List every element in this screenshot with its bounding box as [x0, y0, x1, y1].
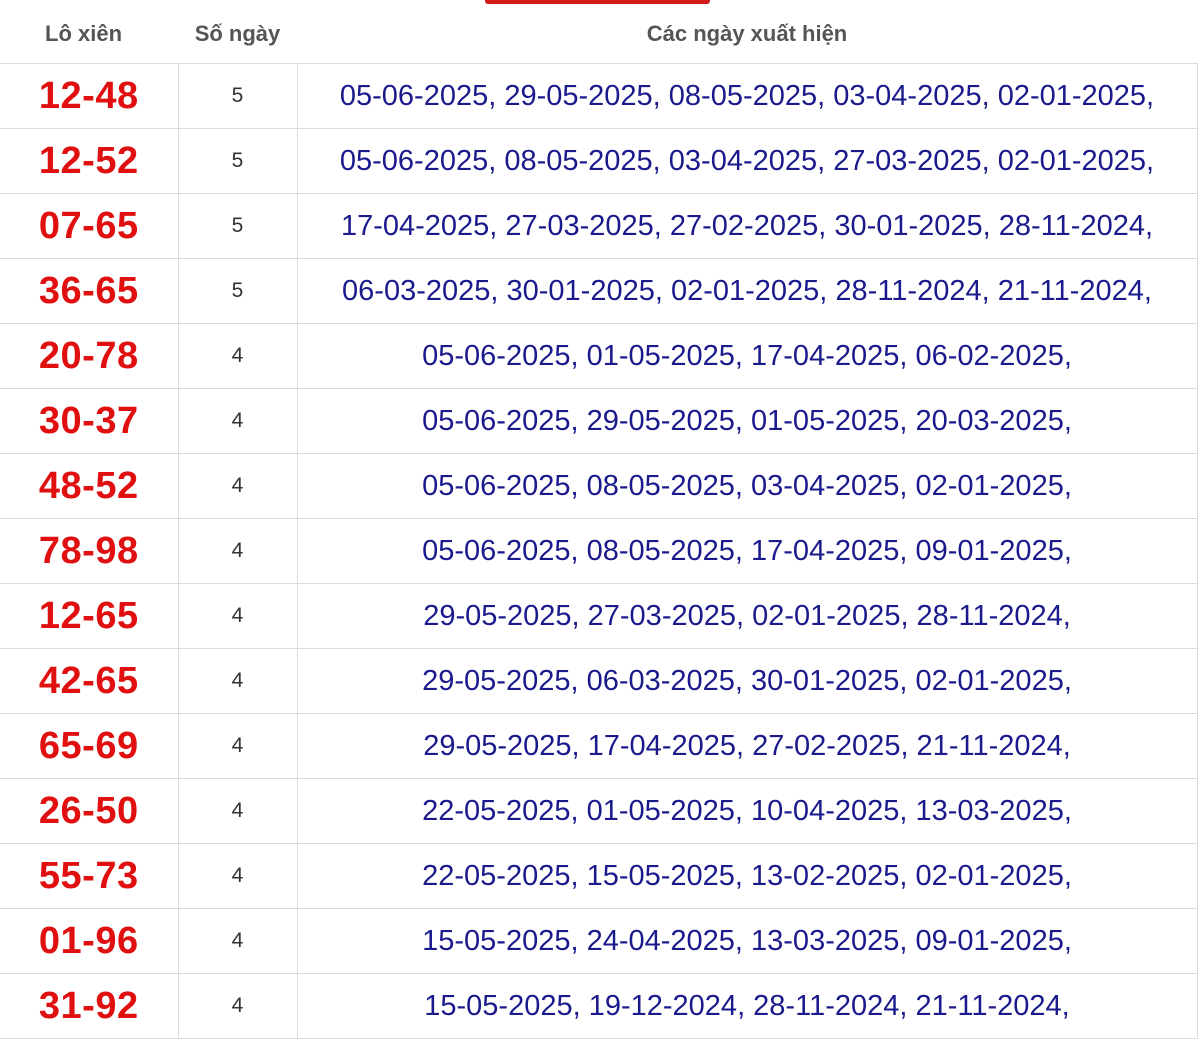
appearance-dates: 05-06-2025, 29-05-2025, 01-05-2025, 20-0… [296, 388, 1198, 454]
appearance-dates: 05-06-2025, 08-05-2025, 03-04-2025, 27-0… [296, 128, 1198, 194]
so-ngay-count: 4 [177, 908, 297, 974]
active-tab-indicator [485, 0, 710, 4]
lo-xien-pair: 01-96 [0, 908, 178, 974]
lo-xien-pair: 36-65 [0, 258, 178, 324]
lo-xien-pair: 48-52 [0, 453, 178, 519]
lo-xien-pair: 12-48 [0, 63, 178, 129]
so-ngay-count: 5 [177, 128, 297, 194]
lo-xien-pair: 55-73 [0, 843, 178, 909]
table-row: 48-52 4 05-06-2025, 08-05-2025, 03-04-2025… [0, 453, 1198, 519]
appearance-dates: 17-04-2025, 27-03-2025, 27-02-2025, 30-0… [296, 193, 1198, 259]
table-row: 42-65 4 29-05-2025, 06-03-2025, 30-01-2025… [0, 648, 1198, 714]
appearance-dates: 05-06-2025, 08-05-2025, 17-04-2025, 09-0… [296, 518, 1198, 584]
lo-xien-pair: 65-69 [0, 713, 178, 779]
table-body: 12-48 5 05-06-2025, 29-05-2025, 08-05-2025… [0, 63, 1198, 1039]
so-ngay-count: 5 [177, 193, 297, 259]
so-ngay-count: 5 [177, 258, 297, 324]
appearance-dates: 29-05-2025, 27-03-2025, 02-01-2025, 28-1… [296, 583, 1198, 649]
page: Lô xiên Số ngày Các ngày xuất hiện 12-48… [0, 0, 1200, 1046]
lo-xien-table: Lô xiên Số ngày Các ngày xuất hiện 12-48… [0, 5, 1198, 1039]
table-row: 55-73 4 22-05-2025, 15-05-2025, 13-02-2025… [0, 843, 1198, 909]
table-row: 78-98 4 05-06-2025, 08-05-2025, 17-04-2025… [0, 518, 1198, 584]
lo-xien-pair: 26-50 [0, 778, 178, 844]
lo-xien-pair: 07-65 [0, 193, 178, 259]
table-row: 30-37 4 05-06-2025, 29-05-2025, 01-05-2025… [0, 388, 1198, 454]
so-ngay-count: 4 [177, 388, 297, 454]
so-ngay-count: 4 [177, 973, 297, 1039]
table-header: Lô xiên Số ngày Các ngày xuất hiện [0, 5, 1197, 64]
table-row: 65-69 4 29-05-2025, 17-04-2025, 27-02-2025… [0, 713, 1198, 779]
column-header-count: Số ngày [178, 5, 297, 64]
appearance-dates: 22-05-2025, 01-05-2025, 10-04-2025, 13-0… [296, 778, 1198, 844]
appearance-dates: 06-03-2025, 30-01-2025, 02-01-2025, 28-1… [296, 258, 1198, 324]
so-ngay-count: 4 [177, 518, 297, 584]
appearance-dates: 05-06-2025, 29-05-2025, 08-05-2025, 03-0… [296, 63, 1198, 129]
appearance-dates: 29-05-2025, 06-03-2025, 30-01-2025, 02-0… [296, 648, 1198, 714]
table-row: 12-48 5 05-06-2025, 29-05-2025, 08-05-2025… [0, 63, 1198, 129]
table-row: 12-52 5 05-06-2025, 08-05-2025, 03-04-2025… [0, 128, 1198, 194]
appearance-dates: 15-05-2025, 19-12-2024, 28-11-2024, 21-1… [296, 973, 1198, 1039]
lo-xien-pair: 31-92 [0, 973, 178, 1039]
so-ngay-count: 4 [177, 778, 297, 844]
lo-xien-pair: 12-65 [0, 583, 178, 649]
appearance-dates: 15-05-2025, 24-04-2025, 13-03-2025, 09-0… [296, 908, 1198, 974]
appearance-dates: 29-05-2025, 17-04-2025, 27-02-2025, 21-1… [296, 713, 1198, 779]
table-row: 36-65 5 06-03-2025, 30-01-2025, 02-01-2025… [0, 258, 1198, 324]
header-row: Lô xiên Số ngày Các ngày xuất hiện [0, 5, 1197, 64]
so-ngay-count: 4 [177, 453, 297, 519]
table-row: 26-50 4 22-05-2025, 01-05-2025, 10-04-2025… [0, 778, 1198, 844]
table-row: 12-65 4 29-05-2025, 27-03-2025, 02-01-2025… [0, 583, 1198, 649]
table-row: 31-92 4 15-05-2025, 19-12-2024, 28-11-2024… [0, 973, 1198, 1039]
column-header-pair: Lô xiên [0, 5, 178, 64]
lo-xien-pair: 42-65 [0, 648, 178, 714]
so-ngay-count: 4 [177, 713, 297, 779]
lo-xien-pair: 30-37 [0, 388, 178, 454]
appearance-dates: 22-05-2025, 15-05-2025, 13-02-2025, 02-0… [296, 843, 1198, 909]
lo-xien-pair: 78-98 [0, 518, 178, 584]
column-header-dates: Các ngày xuất hiện [297, 5, 1197, 64]
so-ngay-count: 5 [177, 63, 297, 129]
so-ngay-count: 4 [177, 843, 297, 909]
so-ngay-count: 4 [177, 323, 297, 389]
so-ngay-count: 4 [177, 648, 297, 714]
lo-xien-pair: 20-78 [0, 323, 178, 389]
table-row: 01-96 4 15-05-2025, 24-04-2025, 13-03-2025… [0, 908, 1198, 974]
table-row: 20-78 4 05-06-2025, 01-05-2025, 17-04-2025… [0, 323, 1198, 389]
appearance-dates: 05-06-2025, 01-05-2025, 17-04-2025, 06-0… [296, 323, 1198, 389]
so-ngay-count: 4 [177, 583, 297, 649]
appearance-dates: 05-06-2025, 08-05-2025, 03-04-2025, 02-0… [296, 453, 1198, 519]
table-row: 07-65 5 17-04-2025, 27-03-2025, 27-02-2025… [0, 193, 1198, 259]
lo-xien-pair: 12-52 [0, 128, 178, 194]
